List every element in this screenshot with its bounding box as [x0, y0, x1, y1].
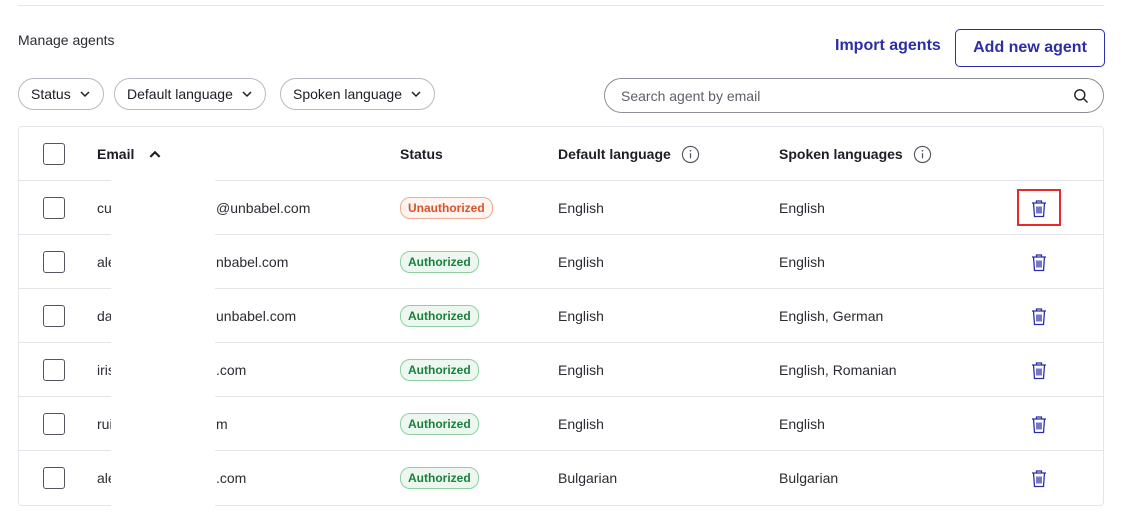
status-column-header: Status [400, 127, 443, 181]
spoken-languages-column-header: Spoken languages [779, 127, 932, 181]
delete-agent-button[interactable] [1028, 251, 1050, 273]
default-language-cell: English [558, 254, 604, 270]
status-badge: Unauthorized [400, 197, 493, 219]
email-cell-end: m [216, 416, 228, 432]
email-cell-end: .com [216, 470, 247, 486]
status-badge: Authorized [400, 413, 479, 435]
spoken-languages-cell: English, German [779, 308, 884, 324]
info-icon[interactable] [913, 145, 932, 164]
spoken-languages-cell: English, Romanian [779, 362, 897, 378]
default-language-cell: English [558, 362, 604, 378]
spoken-languages-cell: English [779, 254, 825, 270]
delete-agent-button[interactable] [1028, 467, 1050, 489]
trash-icon [1032, 415, 1046, 433]
table-header-row: Email Status Default language Spoken lan… [19, 127, 1103, 181]
spoken-languages-cell: English [779, 200, 825, 216]
row-checkbox[interactable] [43, 305, 65, 327]
add-new-agent-button[interactable]: Add new agent [955, 29, 1105, 67]
default-language-cell: Bulgarian [558, 470, 618, 486]
filter-status[interactable]: Status [18, 78, 104, 110]
search-input[interactable] [621, 87, 1073, 104]
email-cell-end: nbabel.com [216, 254, 289, 270]
default-language-cell: English [558, 200, 604, 216]
redaction-overlay [111, 180, 215, 506]
row-checkbox[interactable] [43, 251, 65, 273]
filter-spoken-language-label: Spoken language [293, 86, 402, 102]
delete-agent-button[interactable] [1028, 305, 1050, 327]
default-language-cell: English [558, 308, 604, 324]
status-badge: Authorized [400, 251, 479, 273]
page-title: Manage agents [18, 32, 115, 48]
email-cell-start: cu [97, 200, 112, 216]
import-agents-button[interactable]: Import agents [835, 37, 941, 55]
filter-default-language[interactable]: Default language [114, 78, 266, 110]
status-header-label: Status [400, 146, 443, 162]
chevron-down-icon [411, 91, 421, 98]
filter-default-language-label: Default language [127, 86, 233, 102]
chevron-up-icon [149, 150, 161, 158]
status-badge: Authorized [400, 305, 479, 327]
trash-icon [1032, 469, 1046, 487]
email-cell-end: @unbabel.com [216, 200, 311, 216]
row-checkbox[interactable] [43, 359, 65, 381]
delete-agent-button[interactable] [1028, 359, 1050, 381]
row-checkbox[interactable] [43, 413, 65, 435]
trash-icon [1032, 307, 1046, 325]
delete-highlight-box [1017, 189, 1061, 226]
default-language-column-header: Default language [558, 127, 700, 181]
delete-agent-button[interactable] [1028, 413, 1050, 435]
chevron-down-icon [80, 91, 90, 98]
info-icon[interactable] [681, 145, 700, 164]
trash-icon [1032, 361, 1046, 379]
chevron-down-icon [242, 91, 252, 98]
filter-spoken-language[interactable]: Spoken language [280, 78, 435, 110]
search-box [604, 78, 1104, 113]
filter-status-label: Status [31, 86, 71, 102]
email-column-header[interactable]: Email [97, 127, 162, 181]
row-checkbox[interactable] [43, 467, 65, 489]
search-icon[interactable] [1073, 88, 1089, 104]
spoken-languages-header-label: Spoken languages [779, 146, 903, 162]
row-checkbox[interactable] [43, 197, 65, 219]
spoken-languages-cell: Bulgarian [779, 470, 839, 486]
default-language-cell: English [558, 416, 604, 432]
status-badge: Authorized [400, 467, 479, 489]
top-divider [18, 5, 1104, 6]
status-badge: Authorized [400, 359, 479, 381]
email-header-label: Email [97, 146, 135, 162]
default-language-header-label: Default language [558, 146, 671, 162]
email-cell-end: .com [216, 362, 247, 378]
spoken-languages-cell: English [779, 416, 825, 432]
select-all-checkbox[interactable] [43, 143, 65, 165]
email-cell-end: unbabel.com [216, 308, 297, 324]
trash-icon [1032, 253, 1046, 271]
